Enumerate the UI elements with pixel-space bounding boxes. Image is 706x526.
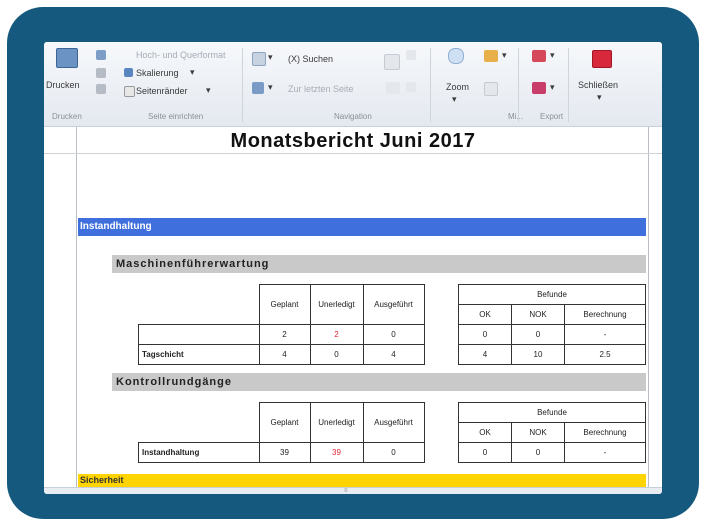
export-mail-dropdown-icon[interactable]: ▾ xyxy=(550,82,555,93)
header-unerledigt: Unerledigt xyxy=(309,402,364,443)
header-berechnung: Berechnung xyxy=(564,422,646,443)
group-label-print: Drucken xyxy=(52,112,82,121)
one-page-dropdown-icon[interactable]: ▾ xyxy=(502,50,507,61)
resize-grip-icon[interactable]: ≡ xyxy=(344,488,348,494)
close-icon[interactable] xyxy=(592,50,612,68)
header-nok: NOK xyxy=(511,422,565,443)
table-row: 2 2 0 xyxy=(138,324,425,345)
page-dropdown-icon[interactable]: ▾ xyxy=(268,52,273,63)
section-header-instandhaltung: Instandhaltung xyxy=(78,218,646,236)
ribbon: Drucken Hoch- und Querformat Skalierung … xyxy=(44,42,662,127)
last-page-icon[interactable] xyxy=(406,82,416,92)
save-icon[interactable] xyxy=(96,50,106,60)
last-page-button[interactable]: Zur letzten Seite xyxy=(288,84,354,94)
close-button[interactable]: Schließen xyxy=(578,80,618,90)
ribbon-separator xyxy=(568,48,569,122)
margins-button[interactable]: Seitenränder xyxy=(136,86,188,96)
preview-small-icon[interactable] xyxy=(96,84,106,94)
multi-page-icon[interactable] xyxy=(484,82,498,96)
next-page-icon[interactable] xyxy=(386,82,400,94)
scaling-icon xyxy=(124,68,133,77)
page-margin-left xyxy=(76,127,77,487)
one-page-icon[interactable] xyxy=(484,50,498,62)
close-dropdown-icon[interactable]: ▾ xyxy=(597,92,602,103)
first-page-icon[interactable] xyxy=(384,54,400,70)
header-befunde: Befunde xyxy=(458,284,646,305)
group-label-export: Export xyxy=(540,112,564,121)
zoom-icon[interactable] xyxy=(448,48,464,64)
scaling-button[interactable]: Skalierung xyxy=(136,68,179,78)
prev-page-icon[interactable] xyxy=(406,50,416,60)
table-maintenance-counts: Geplant Unerledigt Ausgeführt 2 2 0 Tags… xyxy=(138,284,425,365)
table-row: Instandhaltung 39 39 0 xyxy=(138,442,425,463)
status-bar: ≡ xyxy=(44,487,662,494)
section-header-sicherheit: Sicherheit xyxy=(78,474,646,488)
printer-icon xyxy=(56,48,78,68)
zoom-small-icon[interactable] xyxy=(96,68,106,78)
header-geplant: Geplant xyxy=(258,402,311,443)
table-row: 0 0 - xyxy=(458,442,646,463)
export-pdf-icon[interactable] xyxy=(532,50,546,62)
zoom-button[interactable]: Zoom xyxy=(446,82,469,92)
ribbon-separator xyxy=(242,48,243,122)
table-row: Tagschicht 4 0 4 xyxy=(138,344,425,365)
page-margin-top xyxy=(44,153,662,154)
header-geplant: Geplant xyxy=(258,284,311,325)
margins-icon xyxy=(124,86,135,97)
print-button[interactable]: Drucken xyxy=(46,80,80,90)
layout-icon[interactable] xyxy=(252,82,264,94)
header-nok: NOK xyxy=(511,304,565,325)
page-margin-right xyxy=(648,127,649,487)
subsection-header-maschinenfuehrerwartung: Maschinenführerwartung xyxy=(112,255,646,273)
table-maintenance-findings: Befunde OK NOK Berechnung 0 0 - 4 10 2.5 xyxy=(458,284,646,365)
group-label-navigation: Navigation xyxy=(334,112,372,121)
header-unerledigt: Unerledigt xyxy=(309,284,364,325)
subsection-header-kontrollrundgaenge: Kontrollrundgänge xyxy=(112,373,646,391)
print-preview-window: Drucken Hoch- und Querformat Skalierung … xyxy=(44,42,662,494)
ribbon-separator xyxy=(430,48,431,122)
group-label-page-setup: Seite einrichten xyxy=(148,112,204,121)
table-inspection-counts: Geplant Unerledigt Ausgeführt Instandhal… xyxy=(138,402,425,463)
search-button[interactable]: (X) Suchen xyxy=(288,54,333,64)
orientation-button[interactable]: Hoch- und Querformat xyxy=(136,50,226,60)
zoom-dropdown-icon[interactable]: ▾ xyxy=(452,94,457,105)
export-mail-icon[interactable] xyxy=(532,82,546,94)
margins-dropdown-icon[interactable]: ▾ xyxy=(206,85,211,96)
header-ausgefuehrt: Ausgeführt xyxy=(362,284,425,325)
header-befunde: Befunde xyxy=(458,402,646,423)
table-row: 4 10 2.5 xyxy=(458,344,646,365)
header-ausgefuehrt: Ausgeführt xyxy=(362,402,425,443)
header-ok: OK xyxy=(458,304,512,325)
layout-dropdown-icon[interactable]: ▾ xyxy=(268,82,273,93)
group-label-zoom: Mi... xyxy=(508,112,524,121)
header-berechnung: Berechnung xyxy=(564,304,646,325)
report-title: Monatsbericht Juni 2017 xyxy=(230,130,476,152)
header-ok: OK xyxy=(458,422,512,443)
export-pdf-dropdown-icon[interactable]: ▾ xyxy=(550,50,555,61)
page-icon[interactable] xyxy=(252,52,266,66)
table-inspection-findings: Befunde OK NOK Berechnung 0 0 - xyxy=(458,402,646,463)
ribbon-separator xyxy=(518,48,519,122)
table-row: 0 0 - xyxy=(458,324,646,345)
scaling-dropdown-icon[interactable]: ▾ xyxy=(190,67,195,78)
